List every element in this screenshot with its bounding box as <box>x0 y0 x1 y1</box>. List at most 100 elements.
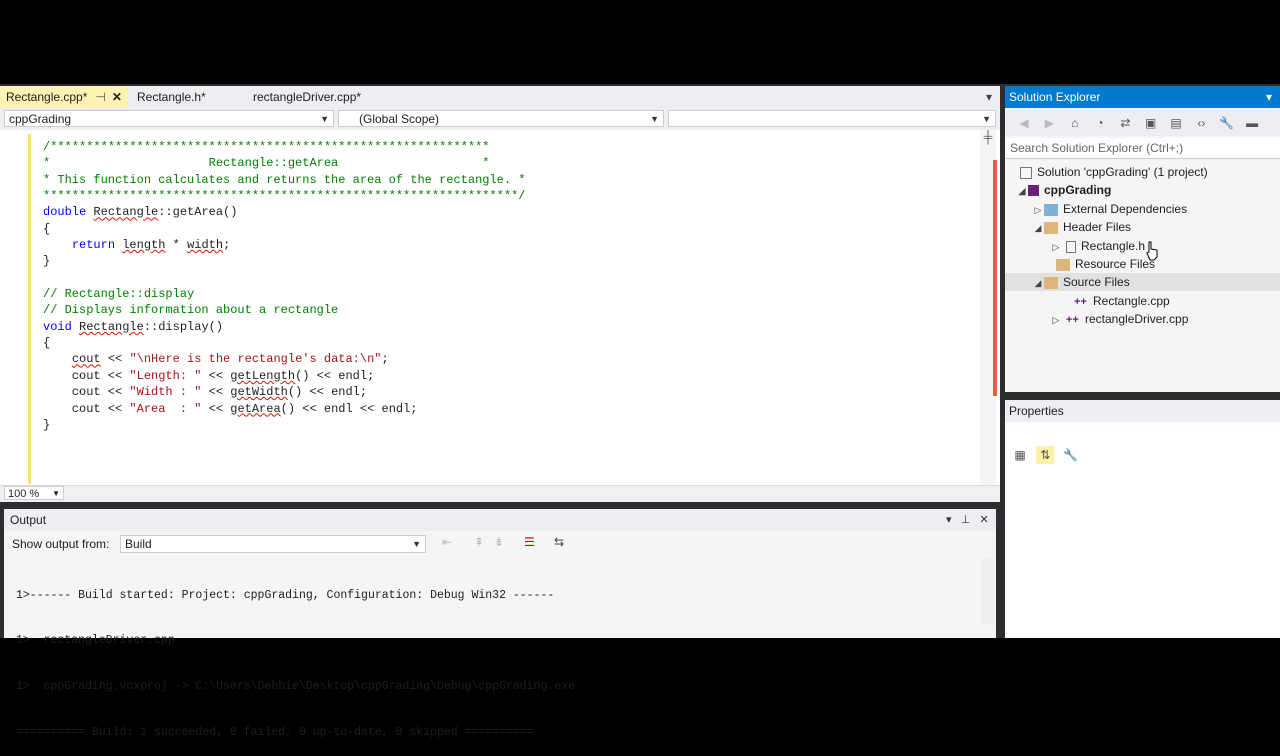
tab-label: Rectangle.cpp* <box>6 90 88 104</box>
zoom-dropdown[interactable]: 100 % ▼ <box>4 486 64 500</box>
output-line: ========== Build: 1 succeeded, 0 failed,… <box>16 726 534 740</box>
output-scrollbar[interactable] <box>982 558 994 624</box>
project-node[interactable]: ◢ cppGrading <box>1016 181 1112 200</box>
project-label: cppGrading <box>1044 183 1112 197</box>
code-token: * <box>165 238 188 253</box>
code-token: getLength <box>230 368 296 383</box>
project-icon <box>1028 185 1039 197</box>
code-token: "Length: " <box>129 368 202 383</box>
resource-files-node[interactable]: Resource Files <box>1044 255 1155 273</box>
code-line: } <box>43 417 973 433</box>
change-tracking-bar <box>28 134 31 484</box>
member-dropdown[interactable]: ▼ <box>668 110 996 127</box>
code-line: } <box>43 253 973 269</box>
code-line: * Rectangle::getArea * <box>43 155 973 171</box>
find-message-icon[interactable]: ⇤ <box>442 535 452 549</box>
close-icon[interactable]: ✕ <box>112 90 122 104</box>
split-icon[interactable]: ╪ <box>980 130 996 148</box>
home-icon[interactable]: ⌂ <box>1066 114 1084 132</box>
show-output-label: Show output from: <box>12 537 110 551</box>
code-line: double Rectangle::getArea() <box>43 204 973 220</box>
collapsed-icon[interactable]: ▷ <box>1050 311 1062 329</box>
history-icon[interactable]: ◔ <box>1091 114 1109 132</box>
tab-overflow-dropdown[interactable]: ▾ <box>978 86 1000 108</box>
property-pages-icon[interactable]: 🔧 <box>1062 446 1080 464</box>
code-text[interactable]: /***************************************… <box>43 139 973 433</box>
tab-rectangle-cpp[interactable]: Rectangle.cpp* ⊣ ✕ <box>0 86 128 110</box>
code-token: cout << <box>43 385 130 400</box>
code-line: ****************************************… <box>43 188 973 204</box>
code-token: // Rectangle::display <box>43 287 195 302</box>
code-token: length <box>122 238 166 253</box>
mouse-cursor-icon <box>1146 241 1158 261</box>
alphabetical-icon[interactable]: ⇅ <box>1036 446 1055 464</box>
show-all-files-icon[interactable]: ▤ <box>1167 114 1185 132</box>
code-token: Rectangle <box>79 319 144 334</box>
output-source-dropdown[interactable]: Build ▼ <box>120 535 426 553</box>
collapsed-icon[interactable]: ▷ <box>1032 201 1044 219</box>
expanded-icon[interactable]: ◢ <box>1032 274 1044 292</box>
pin-icon[interactable]: ⊥ <box>961 514 971 526</box>
pin-icon[interactable]: ⊣ <box>95 90 105 104</box>
folder-icon <box>1044 203 1058 216</box>
solution-explorer-search[interactable]: Search Solution Explorer (Ctrl+;) <box>1005 138 1280 159</box>
expanded-icon[interactable]: ◢ <box>1016 182 1028 200</box>
zoom-level: 100 % <box>8 488 40 500</box>
sync-icon[interactable]: ⇄ <box>1116 114 1134 132</box>
rectangle-cpp-node[interactable]: ++ Rectangle.cpp <box>1062 292 1170 310</box>
scope-name: (Global Scope) <box>359 112 440 126</box>
folder-icon <box>1044 276 1058 289</box>
back-icon[interactable]: ◀ <box>1015 114 1033 132</box>
header-item-label: Rectangle.h <box>1081 239 1146 253</box>
external-dependencies-node[interactable]: ▷ External Dependencies <box>1032 200 1188 219</box>
header-files-node[interactable]: ◢ Header Files <box>1032 218 1132 237</box>
code-line: /***************************************… <box>43 139 973 155</box>
next-message-icon[interactable]: ⇟ <box>494 535 504 549</box>
forward-icon[interactable]: ▶ <box>1040 114 1058 132</box>
code-line: // Displays information about a rectangl… <box>43 302 973 318</box>
preview-icon[interactable]: ▬ <box>1243 114 1261 132</box>
rectangledriver-cpp-node[interactable]: ▷ ++ rectangleDriver.cpp <box>1050 310 1189 329</box>
tab-rectangledriver-cpp[interactable]: rectangleDriver.cpp* <box>247 86 367 108</box>
output-source: Build <box>125 537 152 551</box>
output-toolbar: Show output from: Build ▼ ⇤ ⇞ ⇟ ☰ ⇆ <box>4 532 996 556</box>
tab-rectangle-h[interactable]: Rectangle.h* <box>131 86 212 108</box>
properties-title: Properties <box>1009 404 1064 418</box>
cpp-file-icon: ++ <box>1074 295 1087 308</box>
output-text[interactable]: 1>------ Build started: Project: cppGrad… <box>16 557 976 756</box>
expanded-icon[interactable]: ◢ <box>1032 219 1044 237</box>
code-token: getArea <box>230 401 281 416</box>
output-window-controls: ▾ ⊥ ✕ <box>946 509 989 531</box>
properties-wrench-icon[interactable]: 🔧 <box>1218 114 1236 132</box>
code-token: ::display() <box>143 319 224 334</box>
solution-icon <box>1020 166 1032 179</box>
chevron-down-icon[interactable]: ▾ <box>1266 86 1272 108</box>
word-wrap-icon[interactable]: ⇆ <box>554 535 564 549</box>
collapsed-icon[interactable]: ▷ <box>1050 238 1062 256</box>
rectangle-h-node[interactable]: ▷ Rectangle.h <box>1050 237 1146 256</box>
code-token: () << endl << endl; <box>280 401 418 416</box>
categorized-icon[interactable]: ▦ <box>1011 446 1029 464</box>
source-files-node[interactable]: ◢ Source Files <box>1005 273 1280 291</box>
scope-dropdown[interactable]: (Global Scope) ▼ <box>338 110 664 127</box>
project-name: cppGrading <box>9 112 72 126</box>
previous-message-icon[interactable]: ⇞ <box>474 535 484 549</box>
clear-all-icon[interactable]: ☰ <box>524 535 535 549</box>
output-title: Output <box>10 513 47 527</box>
close-icon[interactable]: ✕ <box>979 514 988 526</box>
code-token: << <box>100 352 130 367</box>
project-dropdown[interactable]: cppGrading ▼ <box>4 110 334 127</box>
view-code-icon[interactable]: ‹› <box>1192 114 1210 132</box>
code-token: getWidth <box>230 385 288 400</box>
chevron-down-icon[interactable]: ▾ <box>946 514 952 526</box>
chevron-down-icon: ▼ <box>412 539 421 549</box>
solution-node[interactable]: Solution 'cppGrading' (1 project) <box>1020 163 1208 181</box>
code-line: { <box>43 221 973 237</box>
editor-margin <box>0 130 28 485</box>
horizontal-scroll-bar[interactable] <box>0 485 1000 502</box>
collapse-all-icon[interactable]: ▣ <box>1142 114 1160 132</box>
header-files-label: Header Files <box>1063 220 1132 234</box>
